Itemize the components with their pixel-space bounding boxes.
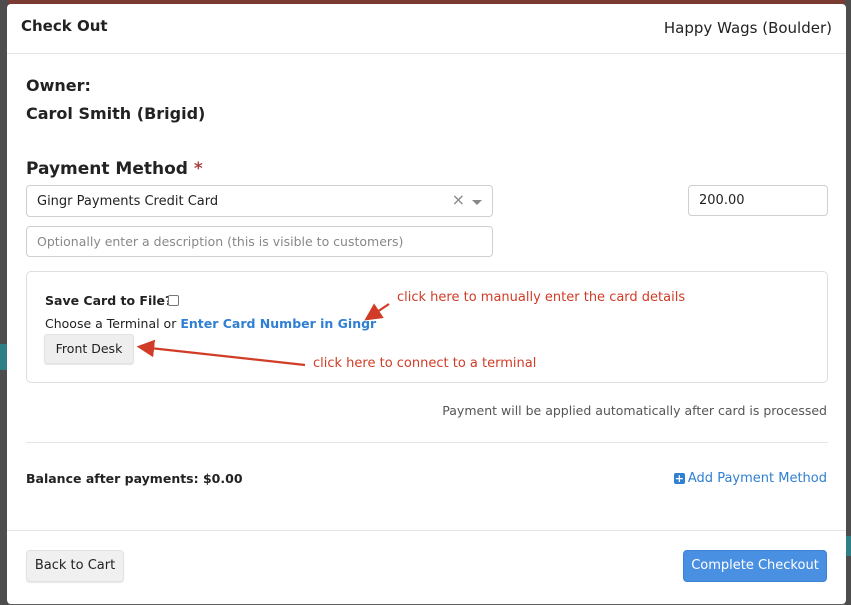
modal-header: Check Out Happy Wags (Boulder) bbox=[7, 4, 846, 54]
owner-label: Owner: bbox=[26, 76, 91, 95]
location-name: Happy Wags (Boulder) bbox=[663, 19, 832, 37]
front-desk-terminal-button[interactable]: Front Desk bbox=[44, 334, 134, 364]
save-card-checkbox[interactable] bbox=[168, 295, 179, 306]
terminal-line: Choose a Terminal or Enter Card Number i… bbox=[45, 316, 376, 331]
owner-name: Carol Smith (Brigid) bbox=[26, 104, 206, 123]
payment-method-label-text: Payment Method bbox=[26, 159, 188, 179]
payment-method-label: Payment Method * bbox=[26, 159, 203, 179]
modal-footer: Back to Cart Complete Checkout bbox=[7, 530, 846, 604]
plus-square-icon: + bbox=[673, 472, 685, 485]
annotation-manual-entry: click here to manually enter the card de… bbox=[397, 290, 686, 305]
complete-checkout-button[interactable]: Complete Checkout bbox=[683, 550, 827, 582]
caret-down-icon[interactable] bbox=[472, 200, 482, 205]
checkout-modal: Check Out Happy Wags (Boulder) Owner: Ca… bbox=[7, 4, 846, 604]
add-payment-method-link[interactable]: + Add Payment Method bbox=[673, 471, 827, 486]
description-input[interactable] bbox=[26, 226, 493, 257]
annotation-terminal: click here to connect to a terminal bbox=[313, 356, 537, 371]
processing-note: Payment will be applied automatically af… bbox=[442, 403, 827, 418]
payment-method-select[interactable]: Gingr Payments Credit Card × bbox=[26, 185, 493, 217]
required-marker: * bbox=[193, 159, 203, 179]
divider bbox=[26, 442, 828, 443]
add-payment-method-label: Add Payment Method bbox=[687, 471, 827, 486]
amount-input[interactable] bbox=[688, 185, 828, 216]
balance-after-payments: Balance after payments: $0.00 bbox=[26, 471, 243, 486]
clear-icon[interactable]: × bbox=[452, 190, 465, 209]
save-card-label: Save Card to File? bbox=[45, 293, 173, 308]
payment-method-value: Gingr Payments Credit Card bbox=[37, 194, 219, 209]
enter-card-number-link[interactable]: Enter Card Number in Gingr bbox=[180, 316, 376, 331]
modal-title: Check Out bbox=[21, 17, 108, 35]
terminal-prefix: Choose a Terminal or bbox=[45, 316, 181, 331]
back-to-cart-button[interactable]: Back to Cart bbox=[26, 550, 124, 582]
